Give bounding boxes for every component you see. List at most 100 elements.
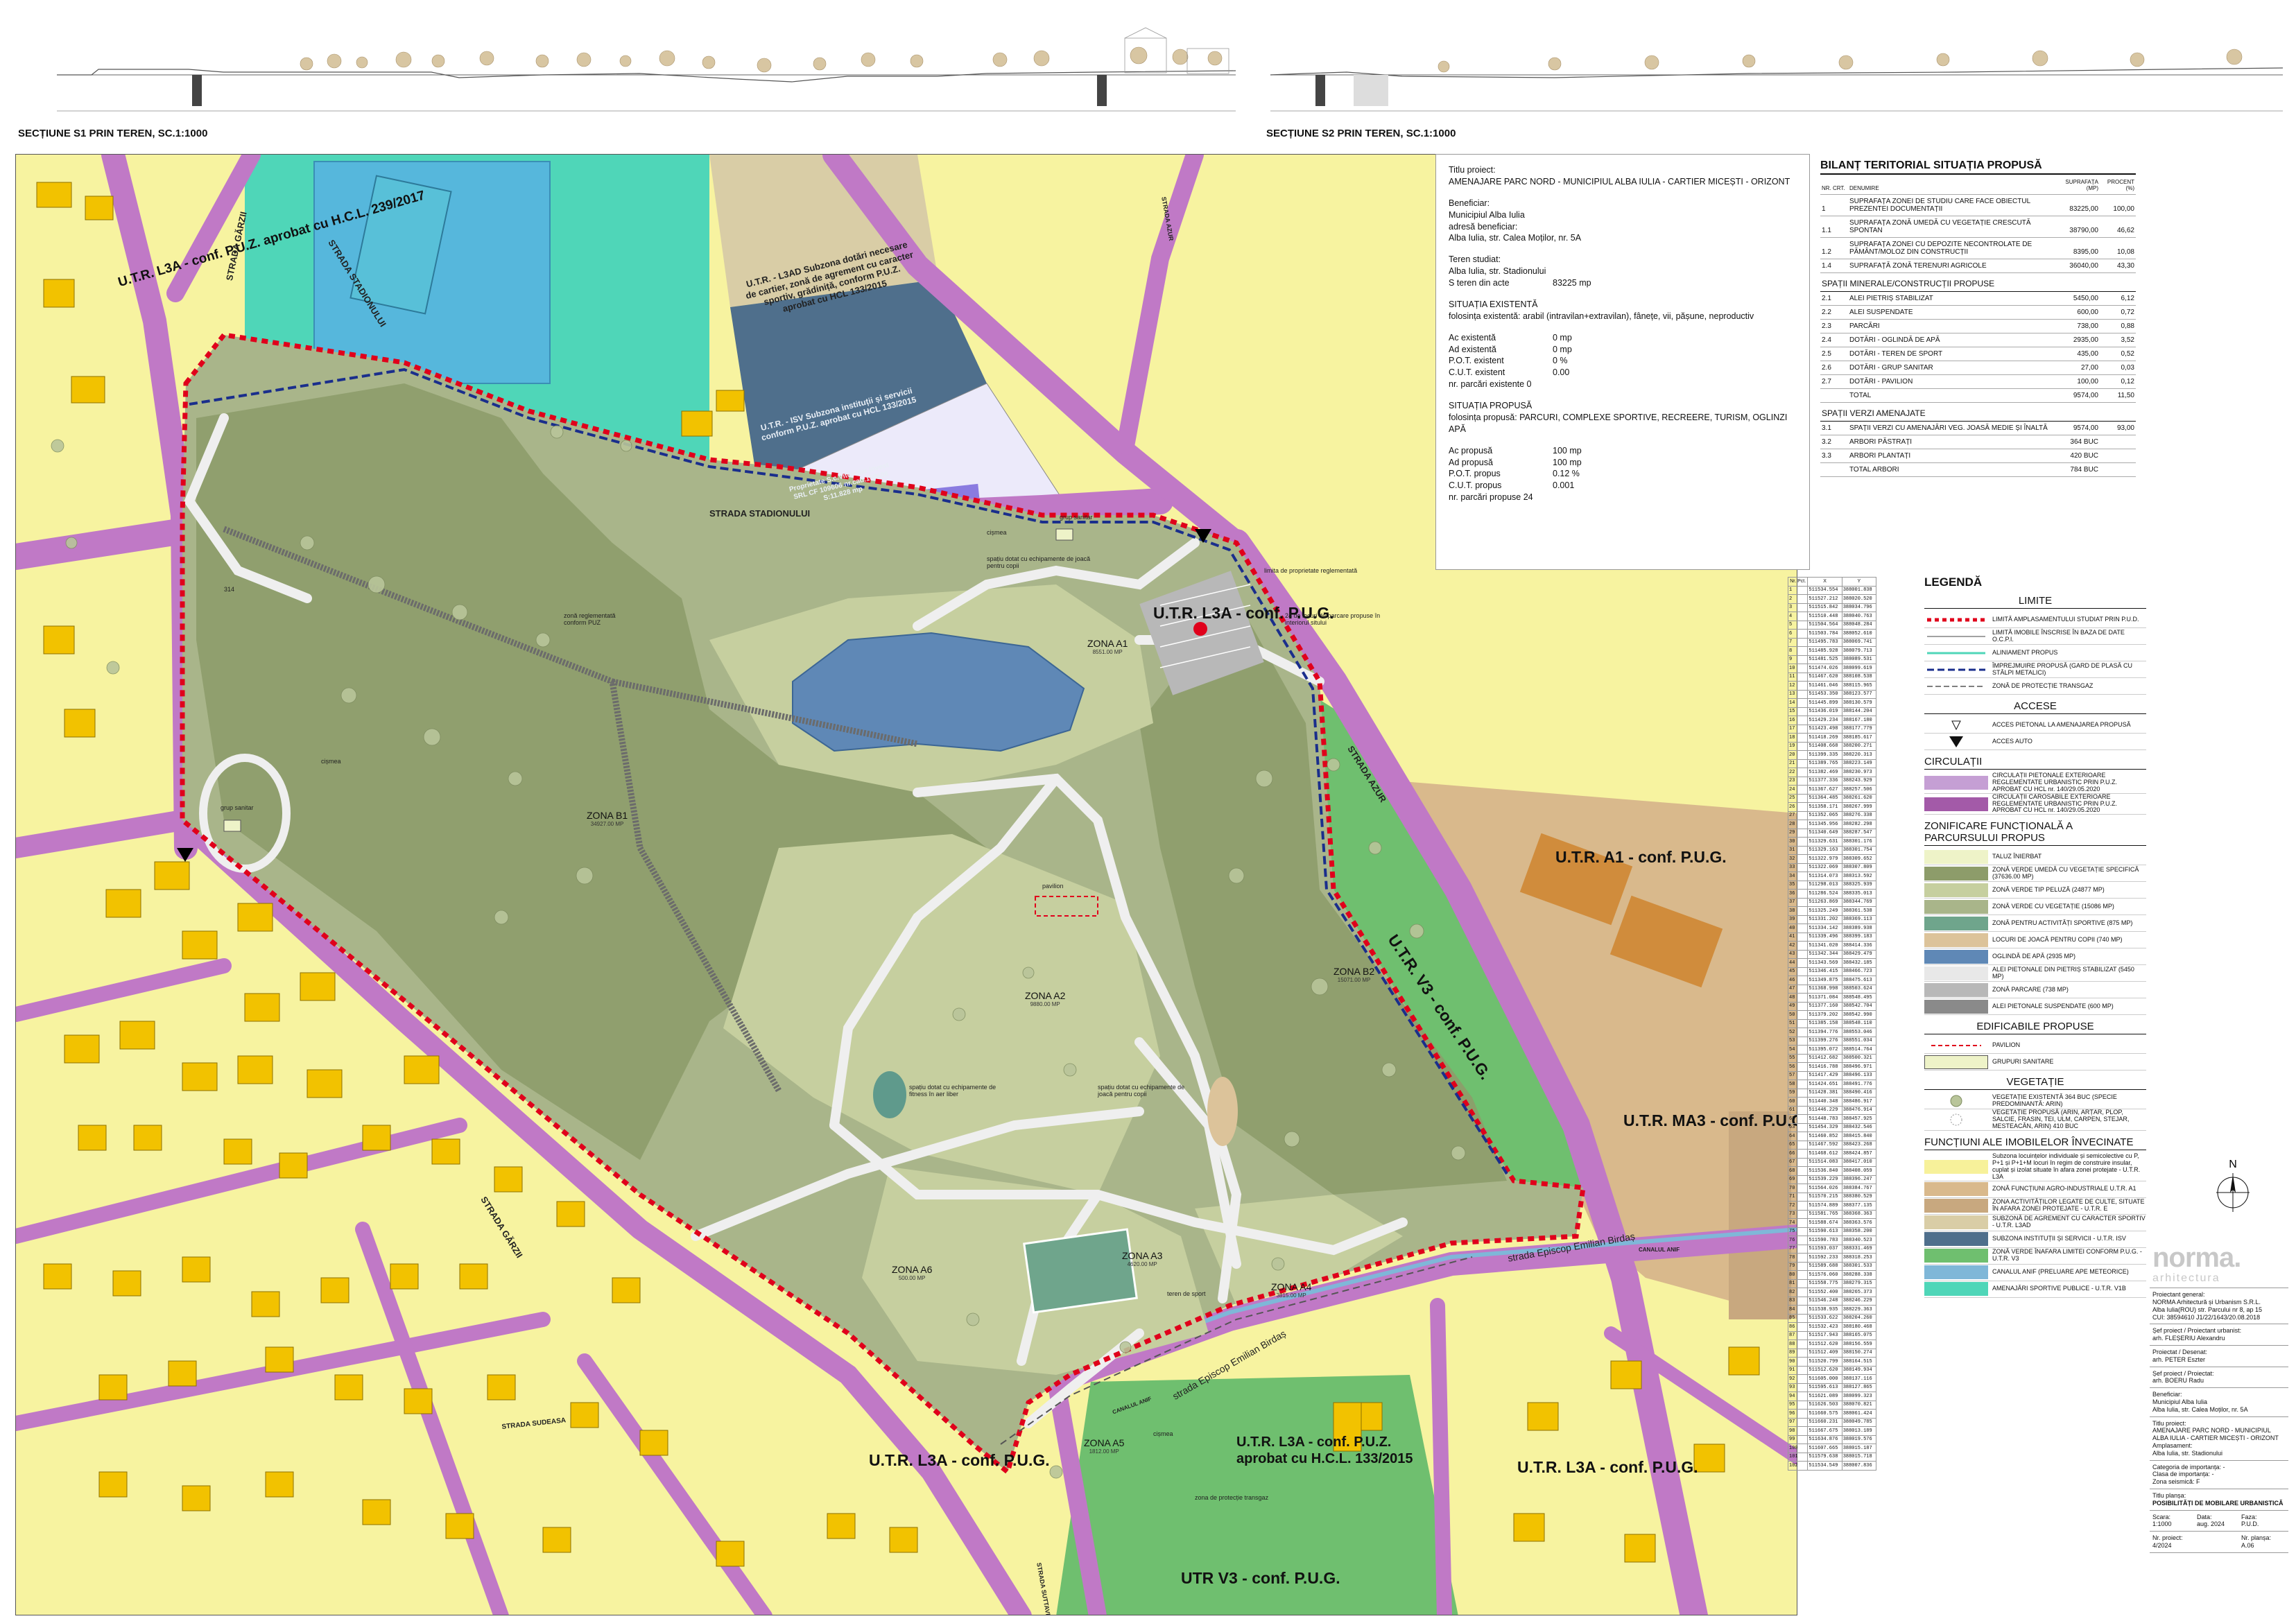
- utr-l3a-puz-2015-label: U.T.R. L3A - conf. P.U.Z. aprobat cu H.C…: [1236, 1434, 1413, 1466]
- project-s-teren: 83225 mp: [1553, 278, 1591, 288]
- zone-a6-label: ZONA A6 500.00 MP: [892, 1264, 933, 1281]
- coordinates-row: 5 511504.564 388048.284: [1787, 620, 1877, 630]
- legend-swatch: [1924, 630, 1988, 643]
- legend-label: ZONĂ DE PROTECȚIE TRANSGAZ: [1992, 682, 2094, 689]
- coordinates-row: 8 511485.928 388079.713: [1787, 646, 1877, 656]
- section-s2: SECȚIUNE S2 PRIN TEREN, SC.1:1000: [1263, 0, 2296, 146]
- project-propusa-parcari: nr. parcări propuse 24: [1449, 492, 1533, 503]
- legend-limite-item: ALINIAMENT PROPUS: [1924, 645, 2146, 661]
- legend-zonificare-item: TALUZ ÎNIERBAT: [1924, 849, 2146, 866]
- legend-swatch: [1924, 949, 1988, 964]
- norma-logo: norma.: [2152, 1242, 2241, 1273]
- tb-titlu-plansa: Titlu planșa: POSIBILITĂȚI DE MOBILARE U…: [2150, 1489, 2288, 1511]
- legend-label: ALINIAMENT PROPUS: [1992, 648, 2058, 656]
- note-zona-reglementata: zonă reglementată conform PUZ: [564, 612, 616, 627]
- zone-ma3: [1729, 1111, 1791, 1319]
- tb-beneficiar: Beneficiar: Municipiul Alba Iulia Alba I…: [2150, 1388, 2288, 1417]
- legend-label: LIMITĂ AMPLASAMENTULUI STUDIAT PRIN P.U.…: [1992, 615, 2139, 623]
- bilant-row: 3.2 ARBORI PĂSTRAȚI 364 BUC: [1820, 435, 2136, 449]
- coordinates-row: 46 511349.875 388475.613: [1787, 976, 1877, 985]
- coordinates-row: 13 511453.350 388123.577: [1787, 689, 1877, 699]
- coordinates-row: 33 511322.069 388307.809: [1787, 862, 1877, 872]
- legend-zonificare-item: ZONĂ VERDE CU VEGETAȚIE (15086 MP): [1924, 899, 2146, 916]
- legend-label: VEGETAȚIE EXISTENTĂ 364 BUC (SPECIE PRED…: [1992, 1093, 2117, 1107]
- tb-sef-proiect: Șef proiect / Proiectant urbanist: arh. …: [2150, 1324, 2288, 1346]
- legend-functiuni-list: Subzona locuințelor individuale și semic…: [1924, 1152, 2146, 1298]
- legend-label: GRUPURI SANITARE: [1992, 1057, 2054, 1065]
- coordinates-row: 98 511667.675 388013.189: [1787, 1426, 1877, 1436]
- project-teren-block: Teren studiat: Alba Iulia, str. Stadionu…: [1449, 254, 1797, 289]
- legend-zonificare-item: ZONĂ VERDE UMEDĂ CU VEGETAȚIE SPECIFICĂ …: [1924, 865, 2146, 883]
- sanitary-2: [223, 820, 241, 832]
- legend-zonificare-item: LOCURI DE JOACĂ PENTRU COPII (740 MP): [1924, 932, 2146, 949]
- legend-label: ZONĂ VERDE TIP PELUZĂ (24877 MP): [1992, 885, 2105, 893]
- legend-circulatii-item: CIRCULAȚII CAROSABILE EXTERIOARE REGLEME…: [1924, 793, 2146, 815]
- legend-label: CANALUL ANIF (PRELUARE APE METEORICE): [1992, 1268, 2129, 1276]
- bilant-row: 1.2 SUPRAFAȚA ZONEI CU DEPOZITE NECONTROL…: [1820, 237, 2136, 259]
- coordinates-row: 31 511329.163 388301.754: [1787, 845, 1877, 855]
- legend-swatch: [1924, 646, 1988, 660]
- note-pavilion: pavilion: [1042, 883, 1064, 890]
- legend-swatch: [1924, 1265, 1988, 1280]
- coordinates-row: 19 511408.668 388200.271: [1787, 741, 1877, 751]
- project-existenta-values: Ac existentă 0 mp Ad existentă 0 mp P.O.T.…: [1449, 332, 1797, 390]
- kv-row: Ad existentă 0 mp: [1449, 344, 1572, 354]
- canal-anif-label-1: CANALUL ANIF: [1639, 1247, 1680, 1253]
- legend-section-circulatii: CIRCULAȚII: [1924, 756, 2146, 770]
- project-adresa: Alba Iulia, str. Calea Moților, nr. 5A: [1449, 233, 1582, 243]
- coordinates-row: 65 511467.592 388423.268: [1787, 1140, 1877, 1150]
- legend-section-vegetatie: VEGETAȚIE: [1924, 1076, 2146, 1091]
- legend-swatch: [1924, 883, 1988, 897]
- bilant-section-row: SPAȚII MINERALE/CONSTRUCȚII PROPUSE: [1820, 272, 2136, 292]
- bilant-row: 1 SUPRAFAȚA ZONEI DE STUDIU CARE FACE OBI…: [1820, 194, 2136, 216]
- bilant-row: 3.3 ARBORI PLANTAȚI 420 BUC: [1820, 449, 2136, 463]
- coordinates-row: 9 511481.525 388089.531: [1787, 655, 1877, 664]
- coordinates-row: 57 511417.429 388496.133: [1787, 1070, 1877, 1080]
- legend-swatch: [1924, 718, 1988, 732]
- bilant-row: 2.1 ALEI PIETRIȘ STABILIZAT 5450,00 6,12: [1820, 291, 2136, 306]
- coordinates-row: 84 511538.935 388229.363: [1787, 1305, 1877, 1315]
- legend-swatch: [1924, 916, 1988, 930]
- coordinates-row: 40 511334.142 388389.938: [1787, 924, 1877, 933]
- project-teren: Alba Iulia, str. Stadionului: [1449, 266, 1546, 277]
- legend-accese-item: ACCES PIETONAL LA AMENAJAREA PROPUSĂ: [1924, 717, 2146, 734]
- coordinates-row: 78 511592.233 388318.253: [1787, 1253, 1877, 1263]
- coordinates-row: 67 511514.083 388417.010: [1787, 1157, 1877, 1167]
- coordinates-row: 14 511445.899 388130.579: [1787, 698, 1877, 708]
- coordinates-row: 51 511385.158 388548.110: [1787, 1018, 1877, 1028]
- legend-swatch: [1924, 797, 1988, 811]
- coordinates-row: 79 511589.688 388301.533: [1787, 1261, 1877, 1271]
- coordinates-row: 2 511527.212 388020.520: [1787, 594, 1877, 604]
- legend-title: LEGENDĂ: [1924, 575, 1983, 589]
- coordinates-row: 90 511520.799 388164.515: [1787, 1357, 1877, 1367]
- kv-row: C.U.T. propus 0.001: [1449, 480, 1575, 491]
- coordinates-header-row: Nr. Pct. X Y: [1787, 577, 1877, 587]
- legend-label: ZONĂ VERDE ÎNAFARA LIMITEI CONFORM P.U.G…: [1992, 1248, 2142, 1263]
- section-s1: SECȚIUNE S1 PRIN TEREN, SC.1:1000: [15, 0, 1257, 146]
- coordinates-row: 35 511298.013 388325.939: [1787, 880, 1877, 890]
- legend-accese-list: ACCES PIETONAL LA AMENAJAREA PROPUSĂ ACCE…: [1924, 717, 2146, 750]
- coordinates-row: 21 511389.765 388223.149: [1787, 759, 1877, 768]
- coordinates-row: 6 511503.784 388052.610: [1787, 629, 1877, 639]
- project-existenta-parcari: nr. parcări existente 0: [1449, 379, 1532, 390]
- project-title-label: Titlu proiect:: [1449, 165, 1496, 175]
- coordinates-row: 71 511570.215 388380.529: [1787, 1192, 1877, 1202]
- bilant-grid: NR. CRT. DENUMIRE SUPRAFAȚA (MP) PROCENT…: [1820, 176, 2136, 477]
- coordinates-row: 42 511341.020 388414.336: [1787, 941, 1877, 951]
- coordinates-row: 50 511379.202 388542.990: [1787, 1010, 1877, 1020]
- coordinates-row: 60 511440.348 388486.917: [1787, 1097, 1877, 1107]
- legend-swatch: [1924, 933, 1988, 947]
- fitness-pond: [873, 1071, 906, 1118]
- coordinates-row: 36 511286.524 388335.013: [1787, 889, 1877, 899]
- legend-label: PAVILION: [1992, 1041, 2021, 1048]
- legend-accese-item: ACCES AUTO: [1924, 734, 2146, 750]
- legend-label: ZONĂ FUNCȚIUNI AGRO-INDUSTRIALE U.T.R. A…: [1992, 1185, 2137, 1193]
- bilant-row: 2.6 DOTĂRI - GRUP SANITAR 27,00 0,03: [1820, 361, 2136, 375]
- coordinates-row: 38 511325.249 388361.538: [1787, 906, 1877, 916]
- legend-functiuni-item: SUBZONĂ DE AGREMENT CU CARACTER SPORTIV …: [1924, 1215, 2146, 1231]
- legend-label: ALEI PIETONALE DIN PIETRIȘ STABILIZAT (5…: [1992, 965, 2134, 980]
- coordinates-row: 47 511368.998 388503.624: [1787, 984, 1877, 994]
- coordinates-row: 41 511339.496 388399.183: [1787, 932, 1877, 942]
- coordinates-row: 91 511512.620 388149.934: [1787, 1365, 1877, 1375]
- bilant-table: BILANȚ TERITORIAL SITUAȚIA PROPUSĂ NR. C…: [1820, 159, 2136, 477]
